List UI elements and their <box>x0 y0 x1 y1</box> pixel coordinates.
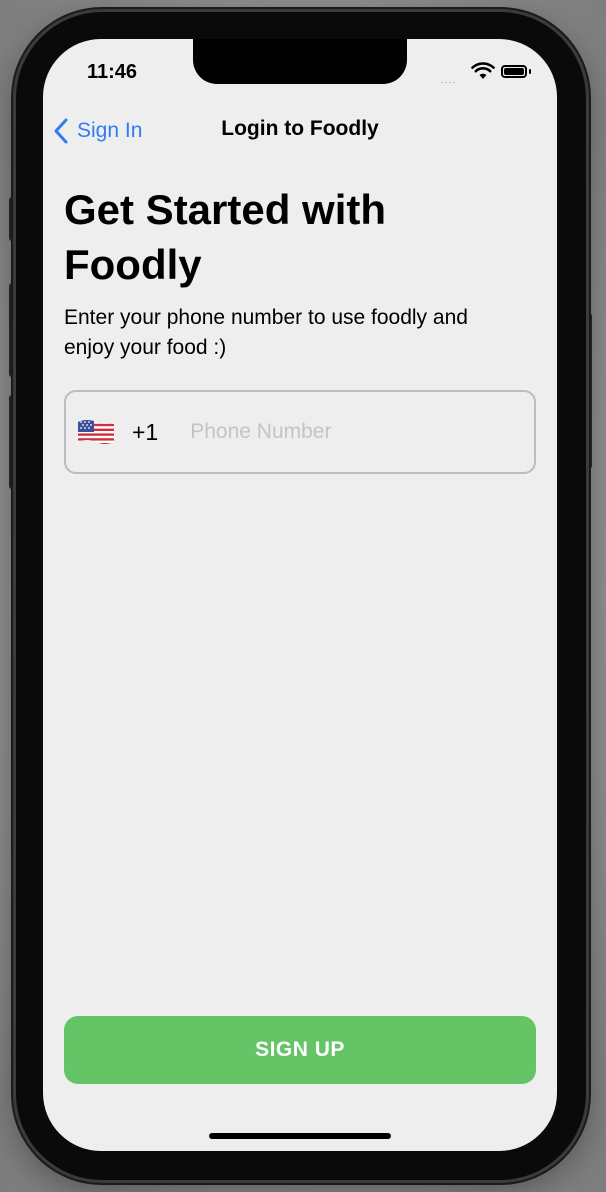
battery-icon <box>501 65 527 78</box>
app-screen: 11:46 .... Login to Foodly Sign In Get S… <box>43 39 557 1151</box>
chevron-left-icon <box>54 118 68 144</box>
battery-tip <box>529 69 531 74</box>
back-button[interactable]: Sign In <box>53 114 142 148</box>
cellular-dots-icon: .... <box>441 75 457 86</box>
sign-up-button[interactable]: SIGN UP <box>64 1016 536 1084</box>
status-time: 11:46 <box>87 61 138 83</box>
home-indicator <box>209 1133 391 1139</box>
us-flag-icon[interactable] <box>76 417 116 447</box>
phone-number-input[interactable] <box>188 411 534 453</box>
phone-number-field[interactable]: +1 <box>64 390 536 474</box>
wifi-icon <box>471 62 495 79</box>
country-code[interactable]: +1 <box>132 419 158 446</box>
page-subtitle: Enter your phone number to use foodly an… <box>64 306 468 359</box>
back-label: Sign In <box>77 119 143 142</box>
page-title: Get Started with Foodly <box>64 186 387 288</box>
notch <box>193 39 407 84</box>
